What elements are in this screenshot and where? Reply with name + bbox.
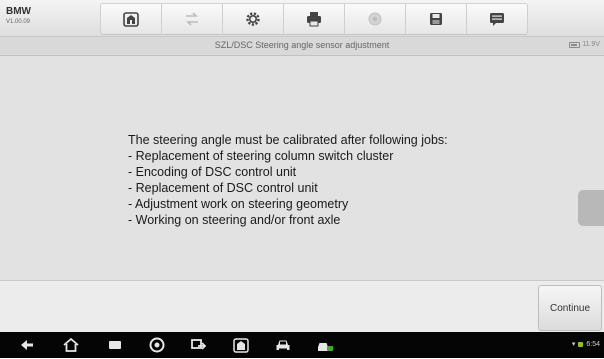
page-title: SZL/DSC Steering angle sensor adjustment — [214, 40, 390, 50]
data-logging-button[interactable] — [467, 3, 528, 35]
house-icon — [63, 337, 79, 352]
vci-connect-icon — [191, 339, 207, 350]
back-arrow-icon — [21, 340, 33, 350]
save-icon — [430, 13, 442, 25]
instruction-text: The steering angle must be calibrated af… — [128, 132, 528, 228]
gear-icon — [246, 12, 260, 26]
list-item: - Working on steering and/or front axle — [128, 213, 341, 227]
battery-indicator-icon — [578, 341, 584, 347]
home-badge-icon — [233, 338, 249, 353]
app-badge: BMW V1.00.09 — [6, 3, 50, 33]
nav-icons — [0, 332, 380, 358]
back-button[interactable] — [18, 336, 36, 354]
vci-connect-button[interactable] — [190, 336, 208, 354]
settings-button[interactable] — [223, 3, 284, 35]
vci-status-button[interactable] — [316, 336, 334, 354]
help-button[interactable] — [345, 3, 406, 35]
floating-side-handle[interactable] — [578, 190, 604, 226]
vci-car-status-icon — [318, 343, 333, 351]
voltage-value: 11.9V — [582, 41, 600, 48]
vehicle-swap-button[interactable] — [162, 3, 223, 35]
toolbar-buttons — [100, 3, 528, 35]
browser-icon — [149, 337, 165, 353]
system-status: ▾ 6:54 — [571, 340, 600, 349]
wifi-icon: ▾ — [571, 341, 576, 348]
vehicle-swap-icon — [186, 12, 198, 26]
list-item: - Adjustment work on steering geometry — [128, 197, 349, 211]
maxifix-home-button[interactable] — [232, 336, 250, 354]
recent-apps-icon — [109, 341, 121, 349]
app-version: V1.00.09 — [6, 19, 31, 25]
recent-apps-button[interactable] — [106, 336, 124, 354]
message-panel: The steering angle must be calibrated af… — [0, 56, 604, 280]
list-item: - Replacement of DSC control unit — [128, 181, 318, 195]
action-bar: Continue — [0, 280, 604, 333]
car-icon — [276, 340, 290, 350]
vehicle-button[interactable] — [274, 336, 292, 354]
message-icon — [490, 13, 504, 26]
list-item: - Replacement of steering column switch … — [128, 149, 394, 163]
home-button[interactable] — [100, 3, 162, 35]
app-name: BMW — [6, 6, 31, 17]
clock: 6:54 — [586, 340, 600, 348]
function-titlebar: SZL/DSC Steering angle sensor adjustment… — [0, 37, 604, 56]
system-navbar: ▾ 6:54 — [0, 332, 604, 358]
continue-button[interactable]: Continue — [538, 285, 602, 331]
voltage-status: 11.9V — [569, 41, 600, 48]
printer-icon — [307, 12, 321, 27]
help-icon — [368, 12, 382, 26]
list-item: - Encoding of DSC control unit — [128, 165, 297, 179]
android-home-button[interactable] — [62, 336, 80, 354]
home-icon — [123, 12, 139, 27]
save-button[interactable] — [406, 3, 467, 35]
instruction-lead: The steering angle must be calibrated af… — [128, 133, 448, 147]
print-button[interactable] — [284, 3, 345, 35]
battery-icon — [569, 41, 581, 48]
top-toolbar: BMW V1.00.09 — [0, 0, 604, 37]
browser-button[interactable] — [148, 336, 166, 354]
